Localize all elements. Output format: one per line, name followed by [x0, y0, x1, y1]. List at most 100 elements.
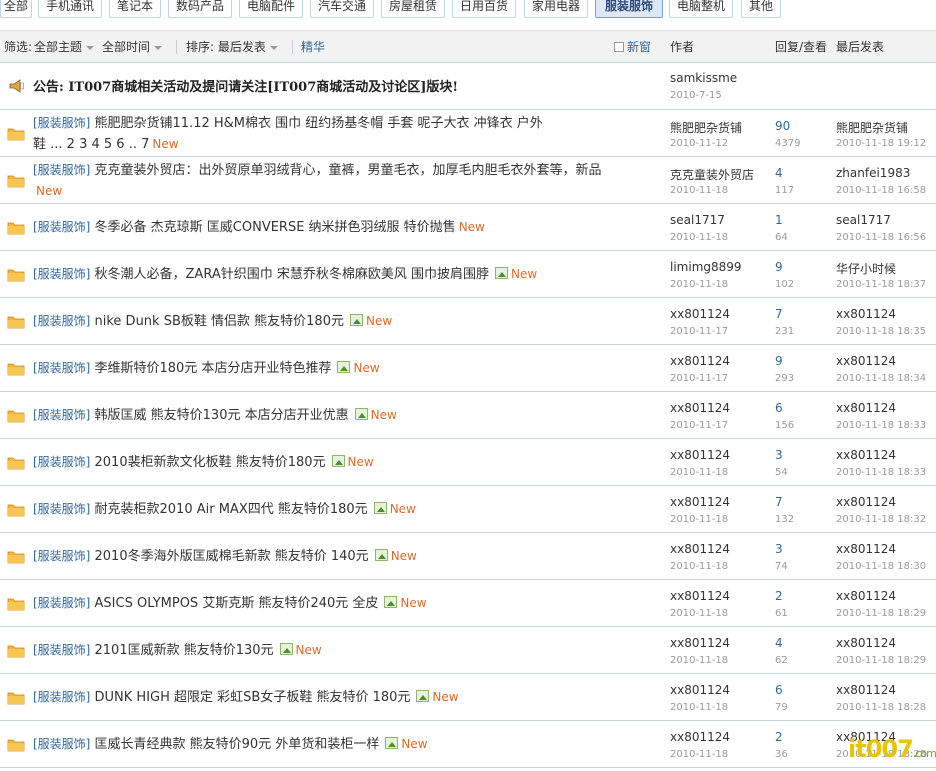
last-post-user[interactable]: xx801124: [836, 542, 896, 556]
sort-dropdown[interactable]: 排序: 最后发表: [186, 31, 278, 63]
last-post-user[interactable]: zhanfei1983: [836, 166, 910, 180]
tab-3[interactable]: 数码产品: [168, 0, 232, 18]
reply-count[interactable]: 7: [775, 307, 783, 321]
table-row[interactable]: [服装服饰] 耐克装柜款2010 Air MAX四代 熊友特价180元 New xx…: [0, 486, 936, 533]
thread-category[interactable]: [服装服饰]: [33, 549, 90, 563]
reply-count[interactable]: 6: [775, 401, 783, 415]
tab-6[interactable]: 房屋租赁: [381, 0, 445, 18]
table-row[interactable]: [服装服饰] 匡威长青经典款 熊友特价90元 外单货和装柜一样 New xx8011…: [0, 721, 936, 768]
thread-category[interactable]: [服装服饰]: [33, 361, 90, 375]
last-post-time[interactable]: 2010-11-18 18:35: [836, 326, 926, 337]
thread-title[interactable]: 克克童装外贸店：出外贸原单羽绒背心，童裤，男童毛衣，加厚毛内胆毛衣外套等，新品: [95, 163, 602, 178]
table-row[interactable]: [服装服饰] 2010冬季海外版匡威棉毛新款 熊友特价 140元 New xx801…: [0, 533, 936, 580]
reply-count[interactable]: 1: [775, 213, 783, 227]
tab-1[interactable]: 手机通讯: [38, 0, 102, 18]
thread-category[interactable]: [服装服饰]: [33, 455, 90, 469]
thread-title[interactable]: 2101匡威新款 熊友特价130元: [95, 643, 274, 658]
thread-title[interactable]: 熊肥肥杂货铺11.12 H&M棉衣 围巾 纽约扬基冬帽 手套 呢子大衣 冲锋衣 …: [95, 116, 543, 131]
last-post-user[interactable]: 熊肥肥杂货铺: [836, 119, 908, 136]
last-post-time[interactable]: 2010-11-18 18:32: [836, 514, 926, 525]
thread-author[interactable]: xx801124: [670, 589, 730, 603]
table-row[interactable]: [服装服饰] 秋冬潮人必备，ZARA针织围巾 宋慧乔秋冬棉麻欧美风 围巾披肩围脖…: [0, 251, 936, 298]
table-row[interactable]: [服装服饰] 熊肥肥杂货铺11.12 H&M棉衣 围巾 纽约扬基冬帽 手套 呢子…: [0, 110, 936, 157]
thread-author[interactable]: xx801124: [670, 683, 730, 697]
tab-4[interactable]: 电脑配件: [239, 0, 303, 18]
last-post-user[interactable]: xx801124: [836, 589, 896, 603]
thread-title-cont[interactable]: 鞋: [33, 137, 46, 152]
reply-count[interactable]: 2: [775, 730, 783, 744]
last-post-time[interactable]: 2010-11-18 19:12: [836, 138, 926, 149]
thread-category[interactable]: [服装服饰]: [33, 502, 90, 516]
table-row[interactable]: [服装服饰] 李维斯特价180元 本店分店开业特色推荐 New xx801124 20…: [0, 345, 936, 392]
last-post-user[interactable]: xx801124: [836, 401, 896, 415]
table-row[interactable]: [服装服饰] ASICS OLYMPOS 艾斯克斯 熊友特价240元 全皮 New…: [0, 580, 936, 627]
thread-category[interactable]: [服装服饰]: [33, 408, 90, 422]
topic-filter-dropdown[interactable]: 全部主题: [34, 31, 95, 63]
thread-title[interactable]: 2010冬季海外版匡威棉毛新款 熊友特价 140元: [95, 549, 369, 564]
digest-link[interactable]: 精华: [301, 31, 325, 63]
last-post-user[interactable]: xx801124: [836, 683, 896, 697]
thread-category[interactable]: [服装服饰]: [33, 690, 90, 704]
last-post-time[interactable]: 2010-11-18 18:29: [836, 608, 926, 619]
last-post-time[interactable]: 2010-11-18 18:28: [836, 702, 926, 713]
thread-author[interactable]: seal1717: [670, 213, 725, 227]
thread-title[interactable]: 2010裴柜新款文化板鞋 熊友特价180元: [95, 455, 326, 470]
tab-5[interactable]: 汽车交通: [310, 0, 374, 18]
thread-title[interactable]: 冬季必备 杰克琼斯 匡威CONVERSE 纳米拼色羽绒服 特价抛售: [95, 220, 456, 235]
last-post-user[interactable]: seal1717: [836, 213, 891, 227]
tab-10[interactable]: 电脑整机: [669, 0, 733, 18]
thread-author[interactable]: limimg8899: [670, 260, 742, 274]
thread-category[interactable]: [服装服饰]: [33, 220, 90, 234]
time-filter-dropdown[interactable]: 全部时间: [102, 31, 163, 63]
reply-count[interactable]: 9: [775, 260, 783, 274]
reply-count[interactable]: 4: [775, 166, 783, 180]
reply-count[interactable]: 4: [775, 636, 783, 650]
last-post-time[interactable]: 2010-11-18 18:33: [836, 467, 926, 478]
thread-author[interactable]: xx801124: [670, 401, 730, 415]
last-post-user[interactable]: xx801124: [836, 448, 896, 462]
table-row[interactable]: [服装服饰] 2010裴柜新款文化板鞋 熊友特价180元 New xx801124 2…: [0, 439, 936, 486]
thread-category[interactable]: [服装服饰]: [33, 314, 90, 328]
last-post-time[interactable]: 2010-11-18 18:37: [836, 279, 926, 290]
thread-title[interactable]: 李维斯特价180元 本店分店开业特色推荐: [95, 361, 332, 376]
table-row[interactable]: [服装服饰] nike Dunk SB板鞋 情侣款 熊友特价180元 New xx8…: [0, 298, 936, 345]
thread-title[interactable]: DUNK HIGH 超限定 彩虹SB女子板鞋 熊友特价 180元: [95, 690, 411, 705]
table-row[interactable]: [服装服饰] DUNK HIGH 超限定 彩虹SB女子板鞋 熊友特价 180元 N…: [0, 674, 936, 721]
thread-title[interactable]: 耐克装柜款2010 Air MAX四代 熊友特价180元: [95, 502, 368, 517]
last-post-time[interactable]: 2010-11-18 16:58: [836, 185, 926, 196]
reply-count[interactable]: 90: [775, 119, 790, 133]
thread-author[interactable]: xx801124: [670, 448, 730, 462]
thread-author[interactable]: xx801124: [670, 542, 730, 556]
last-post-user[interactable]: xx801124: [836, 636, 896, 650]
thread-pages[interactable]: ... 2 3 4 5 6 .. 7: [50, 137, 149, 152]
table-row[interactable]: [服装服饰] 2101匡威新款 熊友特价130元 New xx801124 2010-…: [0, 627, 936, 674]
tab-0[interactable]: 全部: [0, 0, 32, 18]
table-row[interactable]: [服装服饰] 克克童装外贸店：出外贸原单羽绒背心，童裤，男童毛衣，加厚毛内胆毛衣…: [0, 157, 936, 204]
announcement-title[interactable]: 公告: IT007商城相关活动及提问请关注[IT007商城活动及讨论区]版块!: [33, 76, 458, 95]
thread-title[interactable]: ASICS OLYMPOS 艾斯克斯 熊友特价240元 全皮: [95, 596, 379, 611]
thread-author[interactable]: xx801124: [670, 730, 730, 744]
thread-title[interactable]: 韩版匡威 熊友特价130元 本店分店开业优惠: [95, 408, 349, 423]
last-post-time[interactable]: 2010-11-18 18:29: [836, 655, 926, 666]
thread-category[interactable]: [服装服饰]: [33, 737, 90, 751]
thread-author[interactable]: xx801124: [670, 307, 730, 321]
thread-category[interactable]: [服装服饰]: [33, 643, 90, 657]
announcement-row[interactable]: 公告: IT007商城相关活动及提问请关注[IT007商城活动及讨论区]版块! …: [0, 63, 936, 110]
reply-count[interactable]: 9: [775, 354, 783, 368]
thread-category[interactable]: [服装服饰]: [33, 596, 90, 610]
tab-11[interactable]: 其他: [741, 0, 781, 18]
thread-category[interactable]: [服装服饰]: [33, 163, 90, 177]
thread-title[interactable]: nike Dunk SB板鞋 情侣款 熊友特价180元: [95, 314, 344, 329]
thread-author[interactable]: 熊肥肥杂货铺: [670, 119, 742, 136]
last-post-time[interactable]: 2010-11-18 18:30: [836, 561, 926, 572]
tab-7[interactable]: 日用百货: [452, 0, 516, 18]
tab-2[interactable]: 笔记本: [109, 0, 161, 18]
reply-count[interactable]: 3: [775, 448, 783, 462]
reply-count[interactable]: 3: [775, 542, 783, 556]
thread-author[interactable]: xx801124: [670, 495, 730, 509]
reply-count[interactable]: 7: [775, 495, 783, 509]
last-post-user[interactable]: xx801124: [836, 495, 896, 509]
new-window-toggle[interactable]: 新窗: [614, 31, 651, 63]
new-window-checkbox[interactable]: [614, 42, 624, 52]
tab-8[interactable]: 家用电器: [524, 0, 588, 18]
